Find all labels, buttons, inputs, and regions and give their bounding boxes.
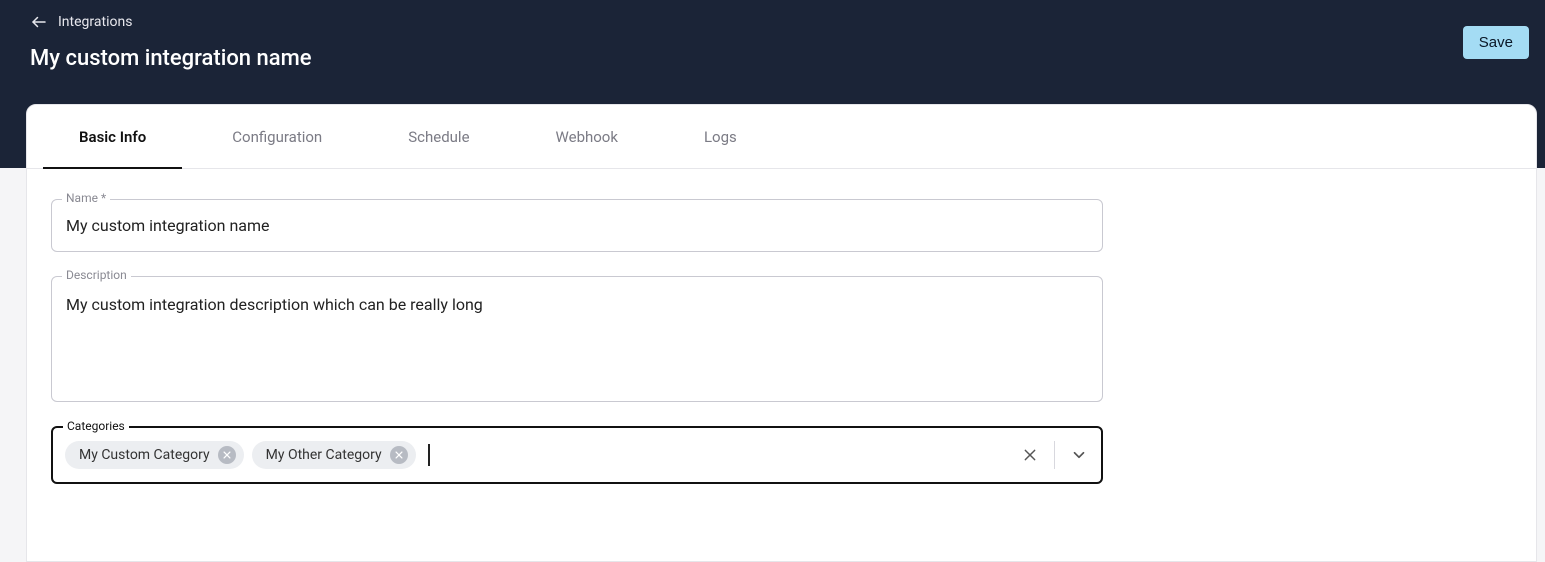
- description-label: Description: [62, 268, 131, 282]
- breadcrumb[interactable]: Integrations: [58, 14, 132, 30]
- description-input[interactable]: [52, 277, 1102, 397]
- category-chip: My Custom Category: [65, 441, 244, 469]
- category-chip: My Other Category: [252, 441, 416, 469]
- categories-chips-row[interactable]: My Custom Category My Other Category: [53, 428, 1101, 482]
- tab-schedule[interactable]: Schedule: [406, 105, 471, 168]
- page-title: My custom integration name: [30, 46, 312, 71]
- name-field-wrap: Name *: [51, 199, 1103, 252]
- name-label: Name *: [62, 191, 110, 205]
- tab-webhook[interactable]: Webhook: [554, 105, 620, 168]
- chevron-down-icon[interactable]: [1067, 443, 1091, 467]
- chip-remove-icon[interactable]: [390, 446, 408, 464]
- divider: [1054, 441, 1055, 469]
- tab-logs[interactable]: Logs: [702, 105, 739, 168]
- tab-basic-info[interactable]: Basic Info: [77, 105, 148, 168]
- save-button[interactable]: Save: [1463, 26, 1529, 59]
- chip-label: My Custom Category: [79, 447, 210, 463]
- tab-configuration[interactable]: Configuration: [230, 105, 324, 168]
- description-field-wrap: Description: [51, 276, 1103, 402]
- clear-all-icon[interactable]: [1018, 443, 1042, 467]
- form-area: Name * Description Categories My Custom …: [27, 169, 1127, 514]
- chip-remove-icon[interactable]: [218, 446, 236, 464]
- chip-label: My Other Category: [266, 447, 382, 463]
- text-caret: [428, 444, 430, 466]
- back-arrow-icon[interactable]: [30, 13, 48, 31]
- tab-bar: Basic Info Configuration Schedule Webhoo…: [27, 105, 1536, 169]
- content-card: Basic Info Configuration Schedule Webhoo…: [26, 104, 1537, 562]
- name-input[interactable]: [52, 200, 1102, 251]
- categories-label: Categories: [63, 419, 129, 433]
- categories-field-wrap[interactable]: Categories My Custom Category My Other C…: [51, 426, 1103, 484]
